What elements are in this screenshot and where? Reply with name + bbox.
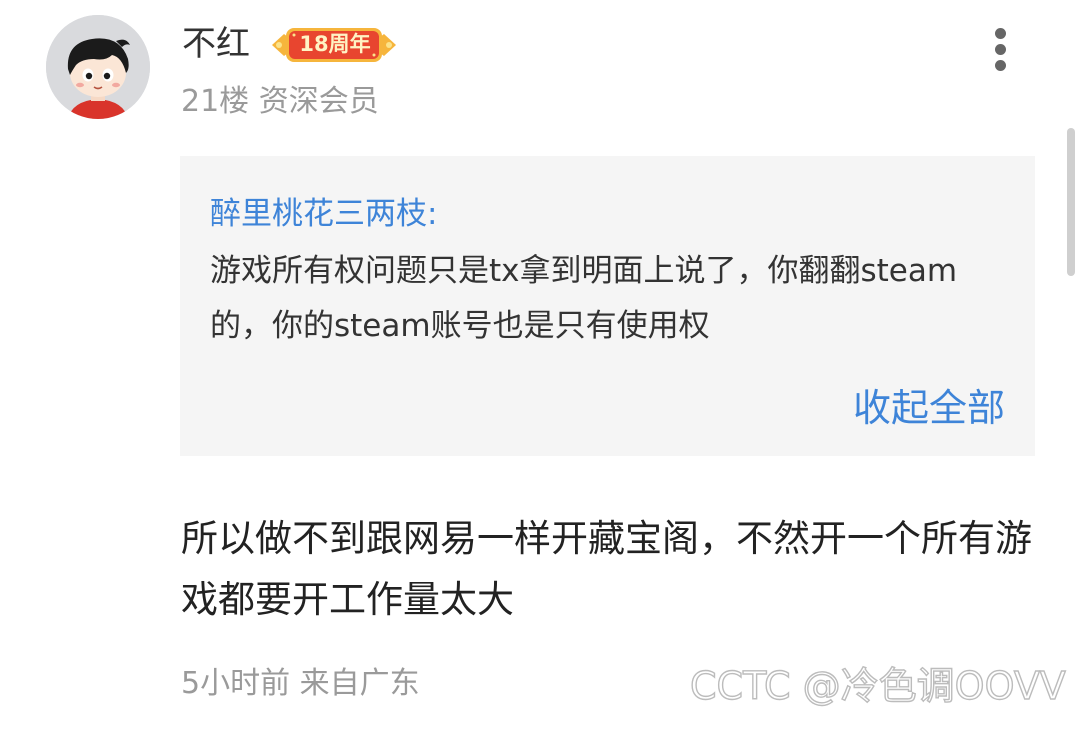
scrollbar[interactable] (1067, 128, 1075, 276)
anniversary-badge[interactable]: 18周年 (270, 24, 398, 66)
quoted-reply: 醉里桃花三两枝: 游戏所有权问题只是tx拿到明面上说了，你翻翻steam的，你的… (180, 156, 1035, 456)
quote-text: 游戏所有权问题只是tx拿到明面上说了，你翻翻steam的，你的steam账号也是… (210, 253, 958, 344)
post-time-location: 5小时前 来自广东 (181, 666, 420, 701)
comment-body: 所以做不到跟网易一样开藏宝阁，不然开一个所有游戏都要开工作量太大 (181, 517, 1032, 621)
collapse-all-link[interactable]: 收起全部 (853, 382, 1005, 434)
username[interactable]: 不红 (182, 20, 250, 68)
avatar[interactable] (46, 15, 150, 119)
more-dot (995, 28, 1006, 39)
avatar-illustration (46, 15, 150, 119)
badge-label: 18周年 (299, 32, 371, 56)
more-vertical-icon[interactable] (985, 26, 1017, 74)
floor-and-rank: 21楼 资深会员 (181, 84, 379, 119)
more-dot (995, 60, 1006, 71)
more-dot (995, 44, 1006, 55)
comment-card: 不红 18周年 21楼 资深会员 醉里桃花三两枝: 游戏所有权问题只是tx拿到明… (0, 0, 1079, 731)
watermark: CCTC @冷色调OOVV (689, 663, 1066, 708)
quote-author[interactable]: 醉里桃花三两枝: (210, 192, 437, 236)
